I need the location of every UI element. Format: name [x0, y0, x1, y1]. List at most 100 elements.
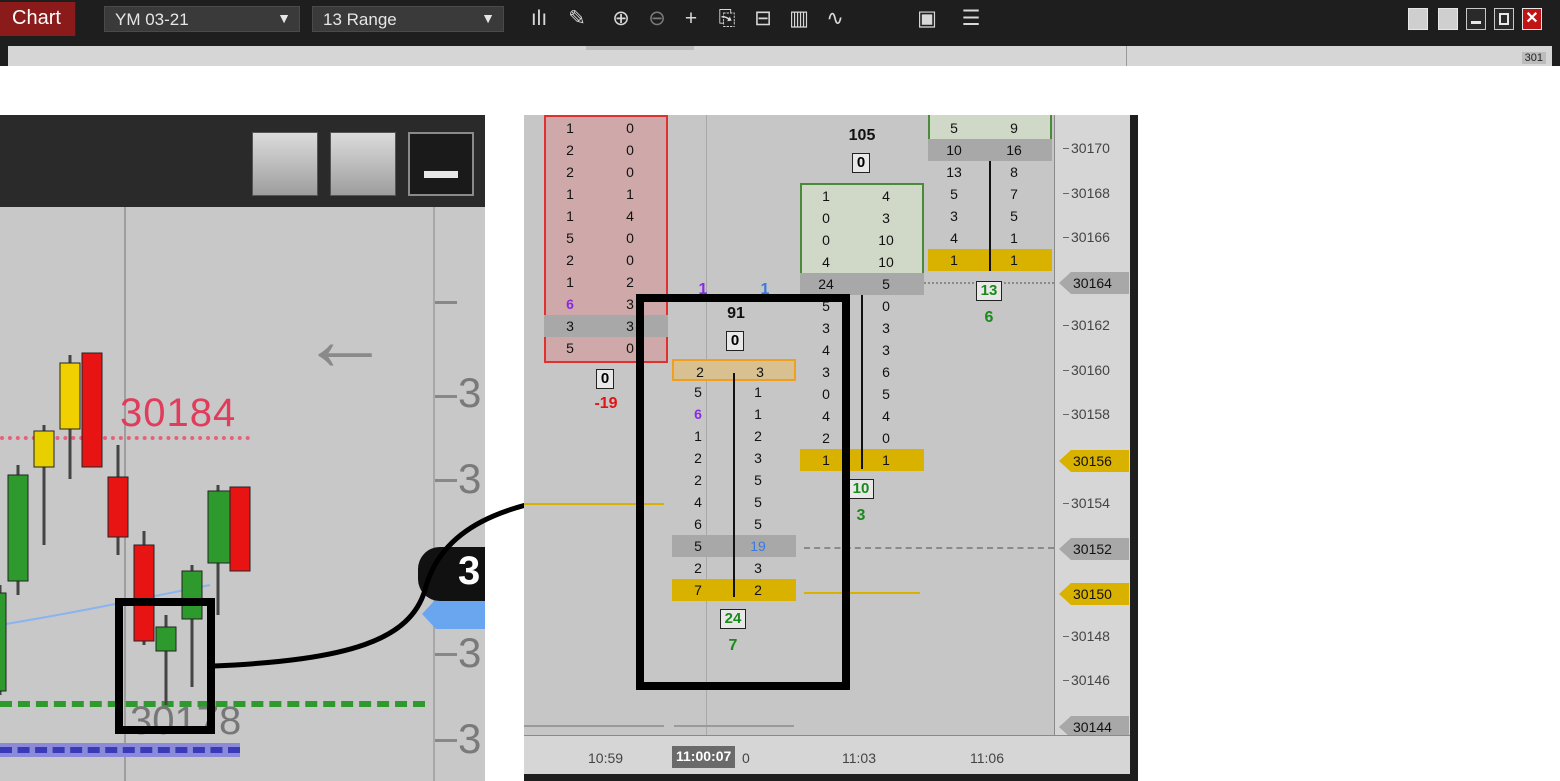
bid-cell: 1 — [566, 208, 574, 224]
bid-cell: 1 — [822, 188, 830, 204]
bid-cell: 0 — [822, 232, 830, 248]
divider — [1126, 46, 1127, 66]
list-icon[interactable]: ☰ — [958, 4, 984, 34]
bid-cell: 3 — [566, 318, 574, 334]
templates-icon[interactable]: ⊟ — [750, 4, 776, 34]
chart-toolbar: Chart YM 03-21 ▼ 13 Range ▼ ılı ✎ ⊕ ⊖ + … — [0, 0, 1560, 38]
bottom-gridline — [524, 725, 664, 727]
bar-3-delta: 3 — [856, 507, 866, 524]
bar-4-volume-box-bottom: 13 — [976, 281, 1002, 301]
bar-type-selector[interactable]: 13 Range ▼ — [312, 6, 504, 32]
time-label: 10:59 — [588, 750, 624, 766]
ask-cell: 8 — [1010, 164, 1018, 180]
draw-icon[interactable]: ✎ — [564, 4, 590, 34]
ask-cell: 1 — [882, 452, 890, 468]
splitter-handle[interactable] — [586, 46, 694, 50]
time-cursor-label: 11:00:07 — [672, 746, 736, 768]
bid-cell: 4 — [822, 254, 830, 270]
ask-cell: 7 — [1010, 186, 1018, 202]
candle — [33, 430, 55, 468]
fp-row: 20 — [544, 249, 668, 271]
ask-cell: 0 — [882, 298, 890, 314]
bid-cell: 2 — [566, 164, 574, 180]
ask-cell: 4 — [882, 408, 890, 424]
time-label: 11:06 — [970, 750, 1004, 766]
bid-cell: 5 — [950, 186, 958, 202]
chart-subbar: 301 — [0, 38, 1560, 66]
indicators-icon[interactable]: ▥ — [786, 4, 812, 34]
fp-row: 20 — [544, 139, 668, 161]
bar-4-body-line — [989, 161, 991, 271]
strategies-icon[interactable]: ∿ — [822, 4, 848, 34]
mini-price-tag: 301 — [1521, 52, 1546, 64]
price-level: 30166 — [1063, 229, 1110, 245]
ask-cell: 1 — [626, 186, 634, 202]
data-box-icon[interactable]: ⎘ — [714, 4, 740, 34]
bid-cell: 2 — [566, 252, 574, 268]
bar-type-label: 13 Range — [323, 10, 397, 29]
candle — [7, 474, 29, 582]
price-tag-gold: 30150 — [1059, 583, 1129, 605]
ask-cell: 5 — [882, 276, 890, 292]
price-tag-gray: 30152 — [1059, 538, 1129, 560]
bid-cell: 5 — [950, 120, 958, 136]
ask-cell: 5 — [882, 386, 890, 402]
ask-cell: 6 — [882, 364, 890, 380]
bar-type-icon[interactable]: ılı — [526, 4, 552, 34]
ask-cell: 1 — [1010, 230, 1018, 246]
bid-cell: 1 — [566, 120, 574, 136]
ask-cell: 0 — [626, 120, 634, 136]
fp-row: 11 — [544, 183, 668, 205]
fp-row: 03 — [800, 207, 924, 229]
zoomed-chart-panel: 3 3 3 3 ← 30184 30178 3 — [0, 115, 485, 781]
fp-row: 50 — [544, 227, 668, 249]
price-axis: 30170 30168 30166 30162 30160 30158 3015… — [1054, 115, 1130, 738]
ask-cell: 0 — [626, 142, 634, 158]
price-level: 30154 — [1063, 495, 1110, 511]
time-label-suffix: 0 — [742, 750, 750, 766]
window-tile-button[interactable] — [1408, 8, 1428, 30]
bar-4-delta: 6 — [984, 309, 994, 326]
ask-cell: 0 — [882, 430, 890, 446]
minimize-button[interactable] — [1466, 8, 1486, 30]
ask-cell: 10 — [878, 232, 894, 248]
fp-row: 12 — [544, 271, 668, 293]
time-label: 11:03 — [842, 750, 876, 766]
price-tag-gold: 30156 — [1059, 450, 1129, 472]
instrument-label: YM 03-21 — [115, 10, 189, 29]
bar-1-delta: -19 — [594, 395, 618, 412]
vertical-scrollbar[interactable] — [1130, 115, 1138, 781]
maximize-button[interactable] — [1494, 8, 1514, 30]
zoom-in-icon[interactable]: ⊕ — [608, 4, 634, 34]
candle — [107, 476, 129, 538]
window-tile-button-2[interactable] — [1438, 8, 1458, 30]
price-level: 30148 — [1063, 628, 1110, 644]
candle — [81, 352, 103, 468]
ask-cell: 0 — [626, 230, 634, 246]
zoom-out-icon[interactable]: ⊖ — [644, 4, 670, 34]
chart-tab[interactable]: Chart — [0, 2, 76, 36]
close-button[interactable]: ✕ — [1522, 8, 1542, 30]
price-level: 30168 — [1063, 185, 1110, 201]
bid-cell: 5 — [566, 340, 574, 356]
minimize-icon — [1471, 21, 1481, 24]
fp-row: 14 — [544, 205, 668, 227]
bar-3-total: 105 — [848, 127, 876, 144]
ask-cell: 3 — [882, 342, 890, 358]
maximize-icon — [1499, 13, 1509, 25]
price-level: 30158 — [1063, 406, 1110, 422]
ask-cell: 3 — [882, 210, 890, 226]
ask-cell: 3 — [882, 320, 890, 336]
ask-cell: 4 — [882, 188, 890, 204]
chevron-down-icon: ▼ — [277, 10, 291, 26]
properties-icon[interactable]: ▣ — [914, 4, 940, 34]
horizontal-scrollbar[interactable] — [524, 774, 1138, 781]
fp-row: 0 10 — [800, 229, 924, 251]
bid-cell: 24 — [818, 276, 834, 292]
bar-3-body-line — [861, 295, 863, 469]
fp-row: 59 — [928, 117, 1052, 139]
bid-cell: 6 — [566, 296, 574, 312]
price-tag-gray: 30164 — [1059, 272, 1129, 294]
instrument-selector[interactable]: YM 03-21 ▼ — [104, 6, 300, 32]
crosshair-icon[interactable]: + — [678, 4, 704, 34]
